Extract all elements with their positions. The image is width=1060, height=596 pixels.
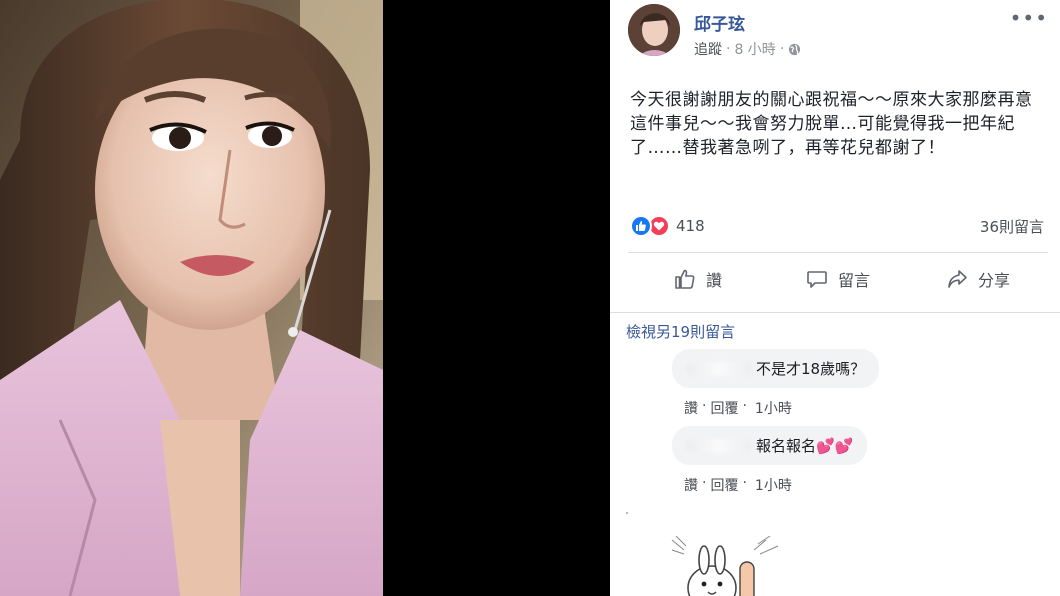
more-options-button[interactable]: ••• [1010,6,1048,30]
blurred-commenter-name [686,361,752,376]
post-actions: 讚 留言 分享 [628,258,1048,300]
comment-time[interactable]: 1小時 [755,398,792,418]
post-message: 今天很謝謝朋友的關心跟祝福～～原來大家那麼再意這件事兒～～我會努力脫單…可能覺得… [630,90,1033,158]
comment-separator: · [742,475,747,491]
comment-like-link[interactable]: 讚 [684,475,698,495]
post-meta: 追蹤 · 8 小時 · [694,39,801,59]
globe-icon[interactable] [788,43,801,56]
post-header: 邱子玹 追蹤 · 8 小時 · ••• [628,2,1048,64]
comment-reply-link[interactable]: 回覆 [710,398,738,418]
like-icon [630,215,652,237]
share-button[interactable]: 分享 [908,258,1048,300]
comment-actions: 讚 · 回覆 · 1小時 [684,475,1032,495]
photo-viewer [0,0,610,596]
comment-item: 不是才18歲嗎？ 讚 · 回覆 · 1小時 [672,349,1032,418]
comment-time[interactable]: 1小時 [755,475,792,495]
portrait-photo [0,0,383,596]
rabbit-sticker-image [671,536,779,596]
blurred-commenter-name [686,438,752,453]
comment-icon [807,271,827,288]
reactions-bar: 418 36則留言 [630,212,1044,240]
comment-button[interactable]: 留言 [768,258,908,300]
author-avatar[interactable] [628,4,680,56]
comment-text: 報名報名💕💕 [756,437,854,455]
post-time[interactable]: 8 小時 [734,39,775,59]
share-icon [948,270,967,288]
meta-separator: · [779,41,785,57]
comment-like-link[interactable]: 讚 [684,398,698,418]
thumbs-up-icon [675,269,695,289]
divider [628,252,1048,253]
post-photo[interactable] [0,0,383,596]
comment-label: 留言 [837,271,870,290]
reaction-icons[interactable] [630,215,670,237]
follow-link[interactable]: 追蹤 [694,39,722,59]
like-label: 讚 [705,271,722,290]
comment-actions: 讚 · 回覆 · 1小時 [684,398,1032,418]
avatar-image [628,4,680,56]
comment-bubble: 報名報名💕💕 [672,426,868,465]
comment-text: 不是才18歲嗎？ [756,360,866,378]
comment-separator: · [702,398,707,414]
author-name[interactable]: 邱子玹 [694,10,745,35]
reaction-count[interactable]: 418 [676,217,705,235]
stray-dot [626,512,628,514]
comment-separator: · [702,475,707,491]
comment-item: 報名報名💕💕 讚 · 回覆 · 1小時 [672,426,1032,495]
post-side-panel: 邱子玹 追蹤 · 8 小時 · ••• 今天很謝謝朋友的關心跟祝福～～原來大家那… [610,0,1060,596]
comment-bubble: 不是才18歲嗎？ [672,349,880,388]
meta-separator: · [726,41,731,57]
share-label: 分享 [977,271,1010,290]
comment-count[interactable]: 36則留言 [980,216,1044,237]
view-more-comments-link[interactable]: 檢視另19則留言 [626,321,735,342]
comment-sticker[interactable] [670,536,782,596]
divider [610,312,1060,313]
comment-separator: · [742,398,747,414]
like-button[interactable]: 讚 [628,258,768,300]
comment-reply-link[interactable]: 回覆 [710,475,738,495]
